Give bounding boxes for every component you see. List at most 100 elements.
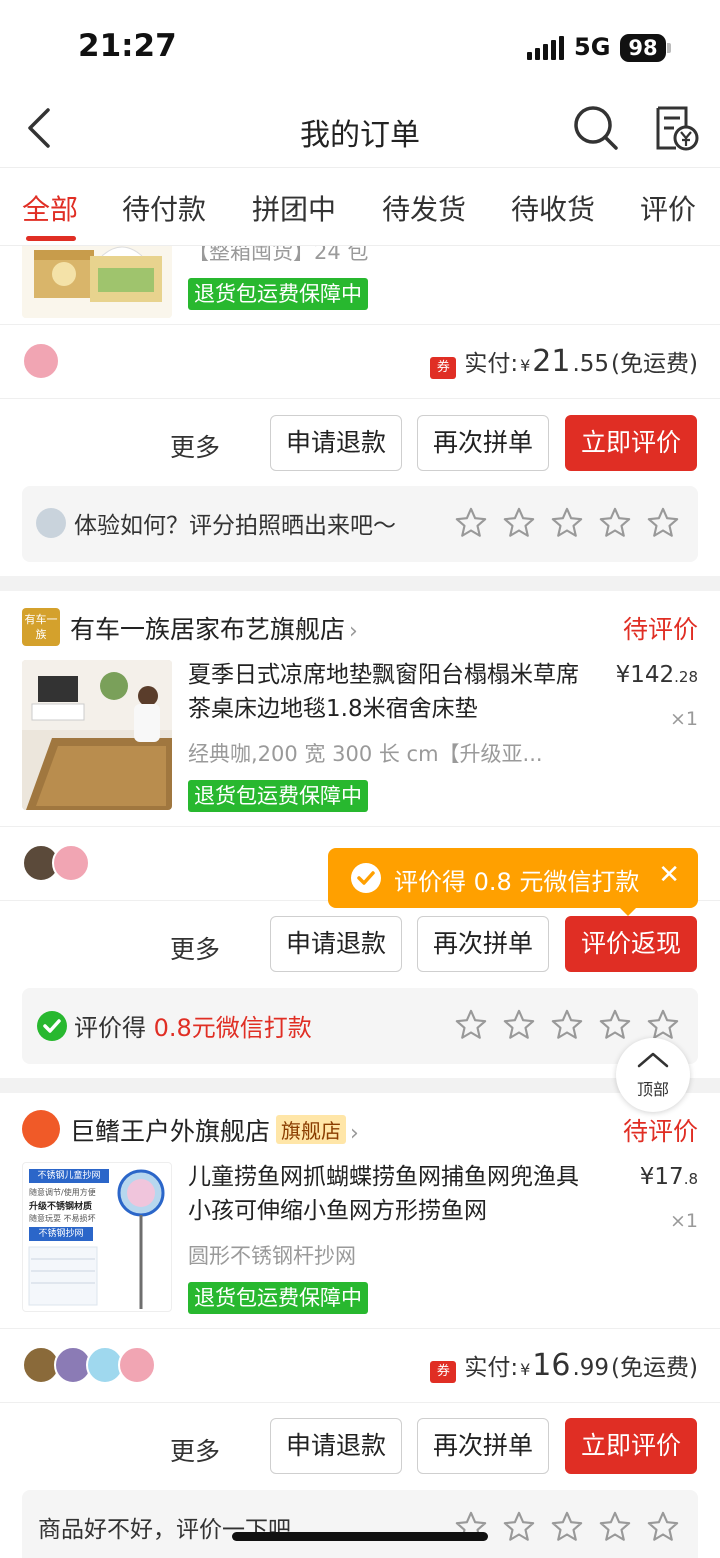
refund-button[interactable]: 申请退款 xyxy=(270,1418,402,1474)
rating-prompt: 商品好不好，评价一下吧 xyxy=(22,1490,698,1558)
review-now-button[interactable]: 立即评价 xyxy=(565,1418,697,1474)
more-button[interactable]: 更多 xyxy=(170,428,220,464)
product-price: ¥142.28 xyxy=(616,662,698,688)
star-icon[interactable] xyxy=(502,1008,536,1042)
reviewer-avatar xyxy=(36,508,66,538)
product-title[interactable]: 儿童捞鱼网抓蝴蝶捞鱼网捕鱼网兜渔具小孩可伸缩小鱼网方形捞鱼网 xyxy=(188,1160,588,1228)
status-bar: 21:27 5G 98 xyxy=(0,0,720,90)
coupon-icon: 券 xyxy=(430,1361,457,1383)
divider xyxy=(0,826,720,827)
section-separator xyxy=(0,1078,720,1093)
buy-again-button[interactable]: 再次拼单 xyxy=(417,1418,549,1474)
divider xyxy=(0,324,720,325)
product-quantity: ×1 xyxy=(669,1210,698,1232)
star-icon[interactable] xyxy=(646,506,680,540)
chevron-right-icon: › xyxy=(350,1121,359,1146)
chevron-up-icon xyxy=(637,1052,669,1068)
star-icon[interactable] xyxy=(598,1510,632,1544)
tab-group-buying[interactable]: 拼团中 xyxy=(252,188,336,228)
more-button[interactable]: 更多 xyxy=(170,1432,220,1468)
paid-label: 实付: xyxy=(464,1355,519,1381)
shop-logo-text: 有车一族 xyxy=(24,613,58,641)
paid-amount: 券 实付: ¥ 16 .99 (免运费) xyxy=(430,1348,698,1383)
rating-prompt-text: 体验如何？评分拍照晒出来吧～ xyxy=(74,513,396,539)
review-cashback-button[interactable]: 评价返现 xyxy=(565,916,697,972)
product-thumbnail[interactable] xyxy=(22,246,172,318)
close-icon[interactable]: ✕ xyxy=(658,860,680,890)
search-icon[interactable] xyxy=(572,104,620,152)
wechat-pay-icon xyxy=(351,863,381,893)
tab-all[interactable]: 全部 xyxy=(22,188,78,228)
rate-highlight: 0.8元微信打款 xyxy=(153,1014,312,1042)
fishing-net-illustration xyxy=(28,1169,165,1309)
star-icon[interactable] xyxy=(550,1510,584,1544)
price-integer: ¥17 xyxy=(639,1164,684,1190)
guarantee-tag: 退货包运费保障中 xyxy=(188,278,368,310)
divider xyxy=(0,1328,720,1329)
price-integer: ¥142 xyxy=(615,662,675,688)
product-spec: 圆形不锈钢杆抄网 xyxy=(188,1244,356,1268)
avatar xyxy=(118,1346,156,1384)
bill-icon[interactable] xyxy=(652,104,700,152)
network-type: 5G xyxy=(574,33,611,61)
battery-tip xyxy=(667,43,671,53)
rate-prefix: 评价得 xyxy=(74,1014,154,1042)
shop-name[interactable]: 有车一族居家布艺旗舰店 › xyxy=(70,610,358,646)
section-separator xyxy=(0,576,720,591)
product-thumbnail[interactable] xyxy=(22,660,172,810)
star-icon[interactable] xyxy=(646,1008,680,1042)
price-decimal: .28 xyxy=(674,668,698,686)
star-icon[interactable] xyxy=(598,506,632,540)
nav-bar: 我的订单 xyxy=(0,90,720,168)
star-rating[interactable] xyxy=(454,1008,680,1042)
paid-label: 实付: xyxy=(464,351,519,377)
buy-again-button[interactable]: 再次拼单 xyxy=(417,415,549,471)
rating-prompt-text: 评价得 0.8元微信打款 xyxy=(74,1008,312,1043)
currency-symbol: ¥ xyxy=(520,356,531,375)
tab-review[interactable]: 评价 xyxy=(640,188,696,228)
more-button[interactable]: 更多 xyxy=(170,930,220,966)
shop-name-text: 有车一族居家布艺旗舰店 xyxy=(70,615,346,644)
star-icon[interactable] xyxy=(454,1008,488,1042)
tooltip-text: 评价得 0.8 元微信打款 xyxy=(394,868,640,896)
shop-logo[interactable] xyxy=(22,1110,60,1148)
signal-icon xyxy=(527,36,564,60)
tooltip-arrow xyxy=(618,906,638,916)
avatar xyxy=(22,342,60,380)
order-status: 待评价 xyxy=(622,615,698,644)
currency-symbol: ¥ xyxy=(520,1360,531,1379)
star-icon[interactable] xyxy=(646,1510,680,1544)
paid-integer: 21 xyxy=(532,344,571,379)
paid-integer: 16 xyxy=(532,1348,571,1383)
wechat-pay-icon xyxy=(37,1011,67,1041)
star-icon[interactable] xyxy=(550,506,584,540)
guarantee-tag: 退货包运费保障中 xyxy=(188,1282,368,1314)
order-tabs: 全部 待付款 拼团中 待发货 待收货 评价 xyxy=(0,168,720,246)
shipping-note: (免运费) xyxy=(611,1355,698,1381)
star-icon[interactable] xyxy=(550,1008,584,1042)
tab-pending-payment[interactable]: 待付款 xyxy=(122,188,206,228)
refund-button[interactable]: 申请退款 xyxy=(270,916,402,972)
product-thumbnail[interactable]: 不锈钢儿童抄网 随意调节/使用方便 升级不锈钢材质 随意玩耍 不易损坏 不锈钢抄… xyxy=(22,1162,172,1312)
star-rating[interactable] xyxy=(454,1510,680,1544)
product-title[interactable]: 夏季日式凉席地垫飘窗阳台榻榻米草席茶桌床边地毯1.8米宿舍床垫 xyxy=(188,658,588,726)
buy-again-button[interactable]: 再次拼单 xyxy=(417,916,549,972)
star-icon[interactable] xyxy=(454,506,488,540)
paid-amount: 券 实付: ¥ 21 .55 (免运费) xyxy=(430,344,698,379)
flagship-badge: 旗舰店 xyxy=(276,1115,347,1144)
star-icon[interactable] xyxy=(502,506,536,540)
star-icon[interactable] xyxy=(502,1510,536,1544)
back-to-top-label: 顶部 xyxy=(636,1080,669,1099)
shop-name[interactable]: 巨鳍王户外旗舰店 旗舰店 › xyxy=(70,1112,359,1148)
back-to-top-button[interactable]: 顶部 xyxy=(616,1038,690,1112)
home-indicator[interactable] xyxy=(232,1532,488,1541)
star-rating[interactable] xyxy=(454,506,680,540)
shop-logo[interactable]: 有车一族 xyxy=(22,608,60,646)
order-status: 待评价 xyxy=(622,1117,698,1146)
review-now-button[interactable]: 立即评价 xyxy=(565,415,697,471)
tab-to-ship[interactable]: 待发货 xyxy=(382,188,466,228)
refund-button[interactable]: 申请退款 xyxy=(270,415,402,471)
avatar xyxy=(52,844,90,882)
star-icon[interactable] xyxy=(598,1008,632,1042)
tab-to-receive[interactable]: 待收货 xyxy=(511,188,595,228)
